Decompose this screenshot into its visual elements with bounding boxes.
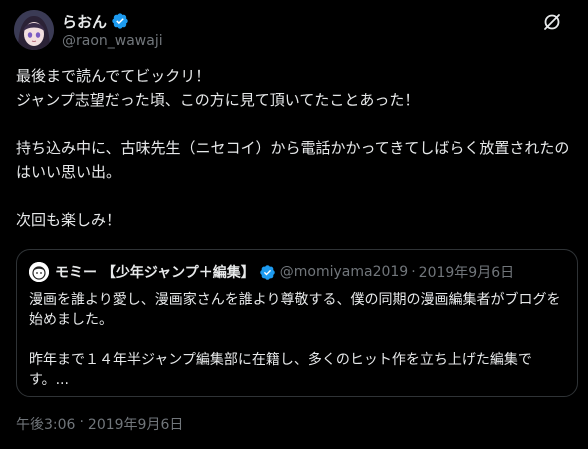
tweet-paragraph-2: 持ち込み中に、古味先生（ニセコイ）から電話かかってきてしばらく放置されたのはいい… (16, 139, 570, 181)
separator-dot: · (79, 414, 84, 430)
quoted-user-avatar[interactable] (29, 262, 49, 282)
tweet-timestamp[interactable]: 午後3:06 · 2019年9月6日 (16, 414, 183, 434)
tweet-card: らおん @raon_wawaji 最後まで読んでてビックリ！ ジャンプ志望だった… (0, 0, 588, 449)
tweet-paragraph-3: 次回も楽しみ！ (16, 211, 122, 229)
quoted-avatar-illustration (29, 262, 49, 282)
quoted-date[interactable]: 2019年9月6日 (419, 262, 514, 282)
tweet-body: 最後まで読んでてビックリ！ ジャンプ志望だった頃、この方に見て頂いてたことあった… (16, 64, 576, 232)
tweet-time[interactable]: 午後3:06 (16, 414, 75, 434)
avatar-illustration (14, 10, 54, 50)
user-handle[interactable]: @raon_wawaji (62, 33, 163, 49)
user-avatar[interactable] (14, 10, 54, 50)
quoted-tweet-body: 漫画を誰より愛し、漫画家さんを誰より尊敬する、僕の同期の漫画編集者がブログを始め… (29, 290, 569, 390)
verified-badge-icon[interactable] (259, 264, 276, 281)
tweet-header: らおん @raon_wawaji (14, 8, 163, 52)
author-names: らおん @raon_wawaji (62, 11, 163, 50)
quoted-paragraph-1: 漫画を誰より愛し、漫画家さんを誰より尊敬する、僕の同期の漫画編集者がブログを始め… (29, 292, 561, 328)
quoted-display-name[interactable]: モミー 【少年ジャンプ＋編集】 (55, 262, 255, 282)
tweet-paragraph-1: 最後まで読んでてビックリ！ ジャンプ志望だった頃、この方に見て頂いてたことあった… (16, 67, 420, 109)
quoted-user-handle[interactable]: @momiyama2019 (280, 264, 408, 280)
quoted-tweet-header: モミー 【少年ジャンプ＋編集】 @momiyama2019 · 2019年9月6… (29, 262, 514, 282)
tweet-date[interactable]: 2019年9月6日 (88, 414, 183, 434)
verified-badge-icon[interactable] (111, 12, 129, 30)
separator-dot: · (411, 264, 416, 280)
grok-icon[interactable] (542, 12, 562, 32)
name-row: らおん (62, 11, 163, 31)
display-name[interactable]: らおん (62, 11, 107, 32)
quoted-tweet[interactable]: モミー 【少年ジャンプ＋編集】 @momiyama2019 · 2019年9月6… (16, 249, 578, 397)
quoted-paragraph-2: 昨年まで１４年半ジャンプ編集部に在籍し、多くのヒット作を立ち上げた編集です。..… (29, 352, 532, 388)
